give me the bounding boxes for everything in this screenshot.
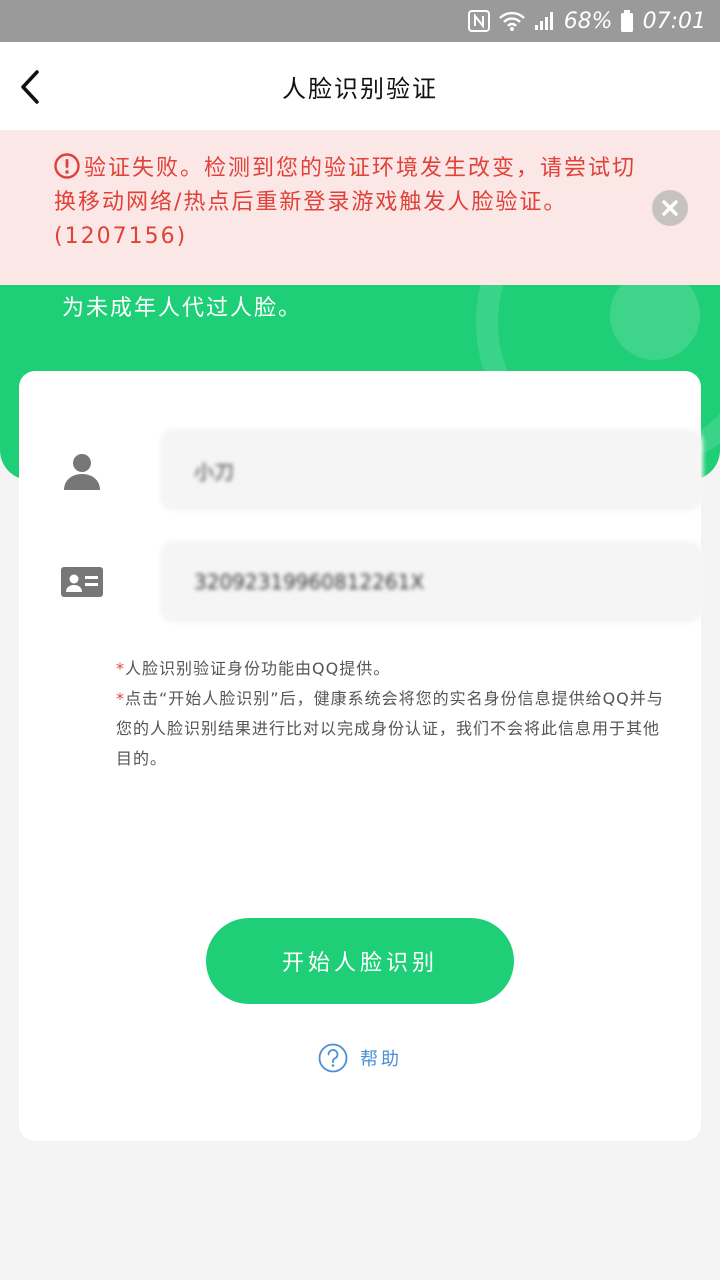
battery-percent: 68% (563, 8, 613, 34)
id-row (59, 541, 703, 623)
verification-card: *人脸识别验证身份功能由QQ提供。 *点击“开始人脸识别”后，健康系统会将您的实… (19, 371, 703, 1141)
error-banner: 验证失败。检测到您的验证环境发生改变，请尝试切换移动网络/热点后重新登录游戏触发… (0, 130, 720, 285)
help-label: 帮助 (360, 1049, 402, 1070)
notes: *人脸识别验证身份功能由QQ提供。 *点击“开始人脸识别”后，健康系统会将您的实… (116, 654, 676, 774)
start-face-recognition-button[interactable]: 开始人脸识别 (206, 918, 514, 1004)
note-item: *人脸识别验证身份功能由QQ提供。 (116, 659, 391, 678)
battery-icon (620, 10, 633, 32)
close-icon (662, 200, 678, 216)
help-icon (318, 1043, 348, 1073)
note-item: *点击“开始人脸识别”后，健康系统会将您的实名身份信息提供给QQ并与您的人脸识别… (116, 689, 664, 768)
nav-bar: 人脸识别验证 (0, 42, 720, 130)
nfc-icon (467, 10, 490, 32)
hero-text: 为未成年人代过人脸。 (62, 296, 303, 321)
name-row (59, 429, 703, 511)
id-number-field[interactable] (160, 541, 703, 623)
help-link[interactable]: 帮助 (318, 1042, 402, 1074)
close-error-button[interactable] (652, 190, 688, 226)
signal-icon (534, 11, 556, 31)
status-time: 07:01 (642, 8, 706, 34)
id-card-icon (59, 561, 105, 603)
page-title: 人脸识别验证 (282, 74, 438, 103)
error-message-block: 验证失败。检测到您的验证环境发生改变，请尝试切换移动网络/热点后重新登录游戏触发… (54, 152, 638, 254)
error-message: 验证失败。检测到您的验证环境发生改变，请尝试切换移动网络/热点后重新登录游戏触发… (54, 156, 637, 249)
name-field[interactable] (160, 429, 703, 511)
wifi-icon (498, 10, 526, 32)
status-bar: 68% 07:01 (0, 0, 720, 42)
alert-icon (54, 153, 80, 179)
user-icon (59, 449, 105, 491)
